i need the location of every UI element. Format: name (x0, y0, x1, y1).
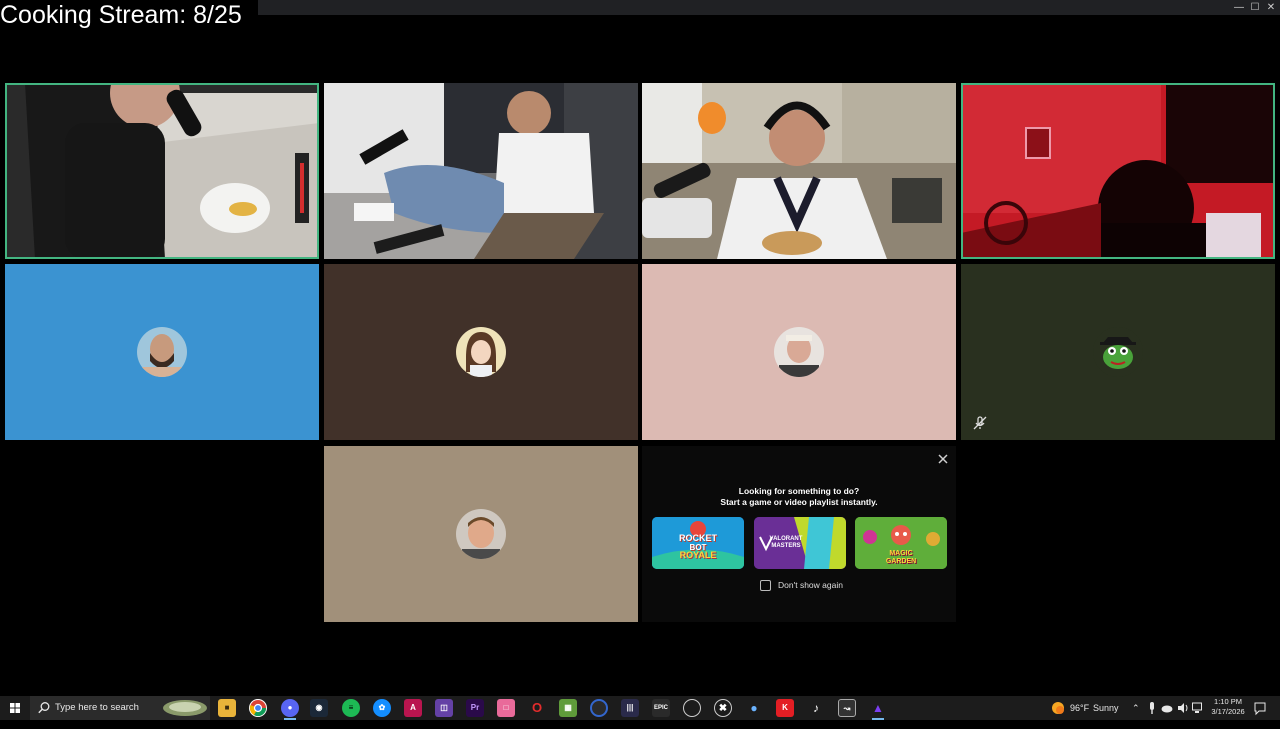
app-bars-icon[interactable]: ||| (621, 699, 639, 717)
dont-show-again-label: Don't show again (778, 580, 843, 590)
app-a-icon[interactable]: A (404, 699, 422, 717)
participant-1-video-frame (5, 83, 319, 259)
game-title-line: MASTERS (771, 543, 801, 549)
app-icon[interactable]: □ (497, 699, 515, 717)
participant-8-tile[interactable] (961, 264, 1275, 440)
taskbar: Type here to search ■ ● ◉ ≡ ✿ A ◫ Pr □ O… (0, 696, 1280, 720)
spotify-icon[interactable]: ≡ (342, 699, 360, 717)
game-card-valorant-masters[interactable]: VALORANT MASTERS (754, 517, 846, 569)
tiktok-icon[interactable]: ♪ (807, 699, 825, 717)
obs-icon[interactable] (683, 699, 701, 717)
participant-5-tile[interactable] (5, 264, 319, 440)
participant-7-tile[interactable] (642, 264, 956, 440)
participant-6-avatar (456, 327, 506, 377)
app-red-icon[interactable]: K (776, 699, 794, 717)
battlenet-icon[interactable]: ✿ (373, 699, 391, 717)
file-explorer-icon[interactable]: ■ (218, 699, 236, 717)
game-card-magic-garden[interactable]: MAGIC GARDEN (855, 517, 947, 569)
close-icon[interactable]: ✕ (1263, 2, 1279, 14)
microphone-icon[interactable] (1147, 696, 1157, 720)
xbox-icon[interactable]: ✖ (714, 699, 732, 717)
participant-5-avatar (137, 327, 187, 377)
chrome-icon[interactable] (249, 699, 267, 717)
muted-mic-icon (971, 414, 989, 432)
participant-4-video[interactable] (961, 83, 1275, 259)
search-highlight-icon (163, 700, 207, 716)
participant-4-video-frame (961, 83, 1275, 259)
opera-gx-icon[interactable]: O (528, 699, 546, 717)
network-icon[interactable] (1192, 696, 1202, 720)
participant-7-avatar (774, 327, 824, 377)
minecraft-icon[interactable]: ▦ (559, 699, 577, 717)
participant-9-avatar (456, 509, 506, 559)
participant-3-video[interactable] (642, 83, 956, 259)
tray-chevron-icon[interactable]: ⌃ (1132, 696, 1140, 720)
participant-9-tile[interactable] (324, 446, 638, 622)
windows-icon (10, 703, 20, 713)
minimize-icon[interactable]: — (1231, 2, 1247, 14)
game-card-rocket-bot-royale[interactable]: ROCKET BOT ROYALE (652, 517, 744, 569)
window-titlebar: Cooking Stream: 8/25 — ☐ ✕ (0, 0, 1280, 30)
participant-1-video[interactable] (5, 83, 319, 259)
participant-8-avatar (1093, 327, 1143, 377)
participant-2-video-frame (324, 83, 638, 259)
search-placeholder: Type here to search (55, 702, 139, 713)
speaker-icon[interactable] (1177, 696, 1189, 720)
clock-date[interactable]: 3/17/2026 (1203, 707, 1253, 717)
game-title-line: ROYALE (679, 550, 717, 560)
game-title-line: GARDEN (885, 558, 917, 565)
participant-3-video-frame (642, 83, 956, 259)
app-drop-icon[interactable]: ● (745, 699, 763, 717)
maximize-icon[interactable]: ☐ (1247, 2, 1263, 14)
app-triangle-icon[interactable]: ▲ (869, 699, 887, 720)
notification-icon[interactable] (1254, 696, 1266, 720)
popup-heading: Looking for something to do? (738, 486, 860, 496)
title-strip (258, 0, 1280, 15)
sun-icon (1052, 702, 1064, 714)
close-icon[interactable] (936, 452, 950, 466)
steam-icon[interactable]: ◉ (310, 699, 328, 717)
discord-icon[interactable]: ● (281, 699, 299, 720)
checkbox-icon[interactable] (760, 580, 771, 591)
app-circle-icon[interactable] (590, 699, 608, 717)
participant-2-video[interactable] (324, 83, 638, 259)
participant-6-tile[interactable] (324, 264, 638, 440)
activity-suggestion-panel: Looking for something to do? Start a gam… (642, 446, 956, 622)
popup-subheading: Start a game or video playlist instantly… (720, 497, 878, 507)
window-title: Cooking Stream: 8/25 (0, 1, 242, 29)
weather-temp: 96°F (1070, 703, 1090, 713)
epic-games-icon[interactable]: EPIC (652, 699, 670, 717)
game-title-line: ROCKET (679, 533, 717, 543)
clock-time[interactable]: 1:10 PM (1203, 697, 1253, 707)
cloud-icon[interactable] (1161, 696, 1173, 720)
app-box-icon[interactable]: ↝ (838, 699, 856, 717)
weather-text: Sunny (1093, 703, 1119, 713)
premiere-icon[interactable]: Pr (466, 699, 484, 717)
search-icon (38, 702, 50, 714)
start-button[interactable] (0, 696, 30, 720)
twitch-icon[interactable]: ◫ (435, 699, 453, 717)
search-input[interactable]: Type here to search (30, 696, 210, 720)
